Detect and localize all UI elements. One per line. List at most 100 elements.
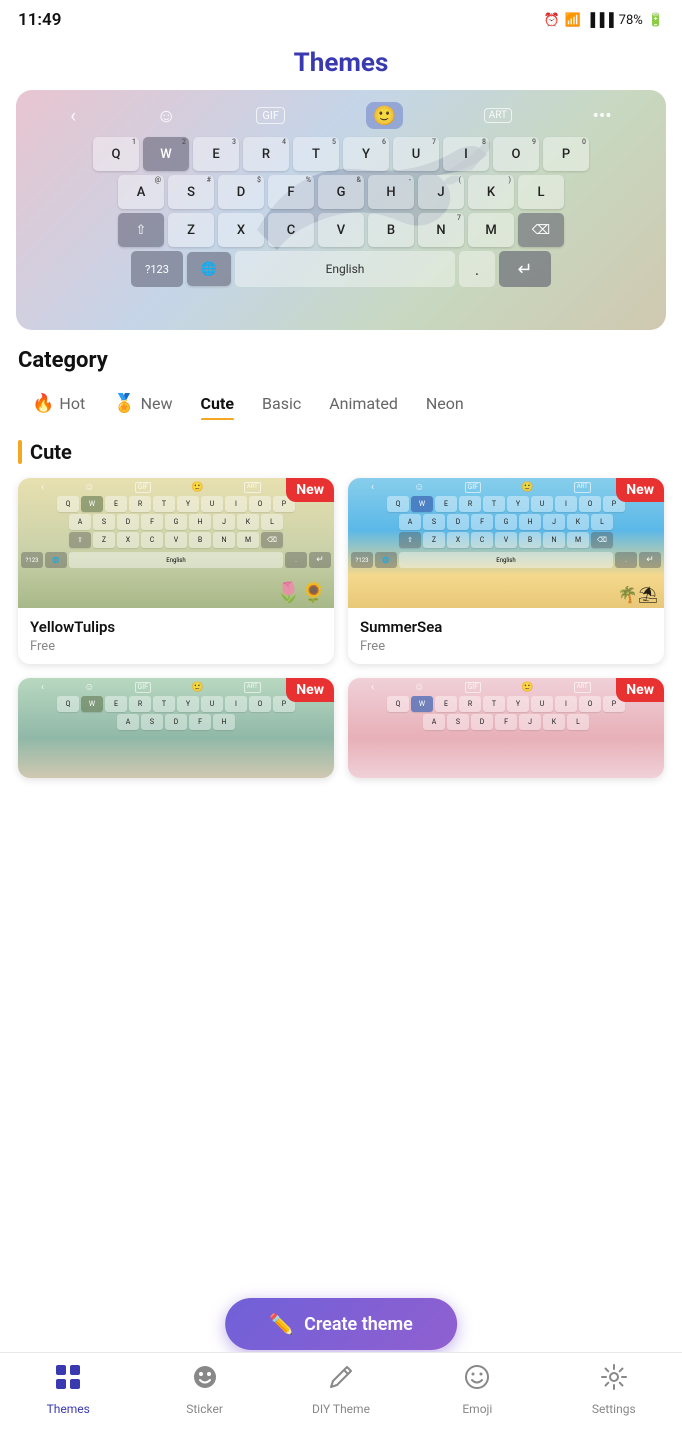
tab-hot[interactable]: 🔥 Hot [18,387,99,420]
mini-row-2b: A S D F G H J K L [351,514,661,530]
nav-emoji-label: Emoji [462,1402,492,1416]
mini-kb-rows-2: Q W E R T Y U I O P A [351,496,661,605]
new-badge-2: New [616,478,664,502]
key-w[interactable]: 2W [143,137,189,171]
mini-s2: S [423,514,445,530]
key-globe[interactable]: 🌐 [187,252,231,286]
key-n[interactable]: 7N [418,213,464,247]
mini-enter2: ↵ [639,552,661,568]
key-l[interactable]: L [518,175,564,209]
new-badge-1: New [286,478,334,502]
key-enter[interactable]: ↵ [499,251,551,287]
mini-t2: T [483,496,505,512]
nav-settings[interactable]: Settings [579,1363,649,1416]
cute-section: Cute New ‹☺GIF🙂ART••• Q W E R [0,428,682,938]
nav-themes[interactable]: Themes [33,1363,103,1416]
key-h[interactable]: -H [368,175,414,209]
nav-themes-label: Themes [47,1402,90,1416]
mini-m1: M [237,532,259,548]
key-t[interactable]: 5T [293,137,339,171]
key-d[interactable]: $D [218,175,264,209]
theme-card-yellow-tulips[interactable]: New ‹☺GIF🙂ART••• Q W E R T Y [18,478,334,664]
kb-more-icon[interactable]: ••• [592,104,611,127]
key-c[interactable]: C [268,213,314,247]
theme-card-3[interactable]: New ‹☺GIF🙂ART••• Q W E R T Y U [18,678,334,778]
mini-h1: H [189,514,211,530]
mini-w2: W [411,496,433,512]
mini-a1: A [69,514,91,530]
key-x[interactable]: X [218,213,264,247]
beach-decoration: 🌴⛱ [618,585,658,604]
key-m[interactable]: M [468,213,514,247]
mini-u3: U [201,696,223,712]
mini-j4: J [519,714,541,730]
mini-u: U [201,496,223,512]
theme-card-summer-sea[interactable]: New ‹☺GIF🙂ART••• Q W E R T Y U [348,478,664,664]
key-num-switch[interactable]: ?123 [131,251,183,287]
key-j[interactable]: (J [418,175,464,209]
pencil-icon: ✏️ [269,1312,294,1336]
mini-y2: Y [507,496,529,512]
kb-art-icon[interactable]: ART [484,108,512,123]
mini-kb-toolbar-3: ‹☺GIF🙂ART••• [21,682,331,693]
mini-z2: Z [423,532,445,548]
tab-animated[interactable]: Animated [315,388,412,419]
theme-card-4[interactable]: New ‹☺GIF🙂ART••• Q W E R T Y U [348,678,664,778]
kb-sticker-icon[interactable]: 🙂 [366,102,404,129]
signal-icon: ▐▐▐ [586,12,614,28]
key-backspace[interactable]: ⌫ [518,213,564,247]
nav-emoji[interactable]: Emoji [442,1363,512,1416]
card-name-2: SummerSea [360,618,652,636]
key-s[interactable]: #S [168,175,214,209]
mini-s4: S [447,714,469,730]
bottom-spacer [18,778,664,938]
key-r[interactable]: 4R [243,137,289,171]
card-info-1: YellowTulips Free [18,608,334,664]
key-space[interactable]: English [235,251,455,287]
mini-r: R [129,496,151,512]
tab-neon[interactable]: Neon [412,388,478,419]
key-u[interactable]: 7U [393,137,439,171]
key-b[interactable]: B [368,213,414,247]
key-g[interactable]: &G [318,175,364,209]
key-a[interactable]: @A [118,175,164,209]
cute-bar-accent [18,440,22,464]
settings-icon [600,1363,628,1398]
mini-dot1: . [285,552,307,568]
kb-back-icon[interactable]: ‹ [70,104,76,127]
key-y[interactable]: 6Y [343,137,389,171]
mini-o4: O [579,696,601,712]
mini-c1: C [141,532,163,548]
tab-basic[interactable]: Basic [248,388,315,419]
mini-w: W [81,496,103,512]
key-i[interactable]: 8I [443,137,489,171]
kb-emoji-icon[interactable]: ☺ [156,104,175,128]
mini-bsp2: ⌫ [591,532,613,548]
mini-l2: L [591,514,613,530]
mini-a3: A [117,714,139,730]
key-z[interactable]: Z [168,213,214,247]
kb-gif-icon[interactable]: GIF [256,107,285,124]
nav-sticker[interactable]: Sticker [170,1363,240,1416]
key-p[interactable]: 0P [543,137,589,171]
mini-row-2d: A S D F J K L [351,714,661,730]
key-k[interactable]: )K [468,175,514,209]
tab-new[interactable]: 🏅 New [99,387,186,420]
mini-i4: I [555,696,577,712]
key-e[interactable]: 3E [193,137,239,171]
tab-cute[interactable]: Cute [187,388,248,419]
mini-row-1a: Q W E R T Y U I O P [21,496,331,512]
key-shift[interactable]: ⇧ [118,213,164,247]
mini-kb-rows-4: Q W E R T Y U I O P A [351,696,661,775]
tab-basic-label: Basic [262,394,301,413]
key-v[interactable]: V [318,213,364,247]
create-theme-button[interactable]: ✏️ Create theme [225,1298,457,1350]
mini-n1: N [213,532,235,548]
key-q[interactable]: 1Q [93,137,139,171]
key-o[interactable]: 9O [493,137,539,171]
tab-neon-label: Neon [426,394,464,413]
mini-v1: V [165,532,187,548]
key-period[interactable]: . [459,251,495,287]
nav-diy-theme[interactable]: DIY Theme [306,1363,376,1416]
key-f[interactable]: %F [268,175,314,209]
